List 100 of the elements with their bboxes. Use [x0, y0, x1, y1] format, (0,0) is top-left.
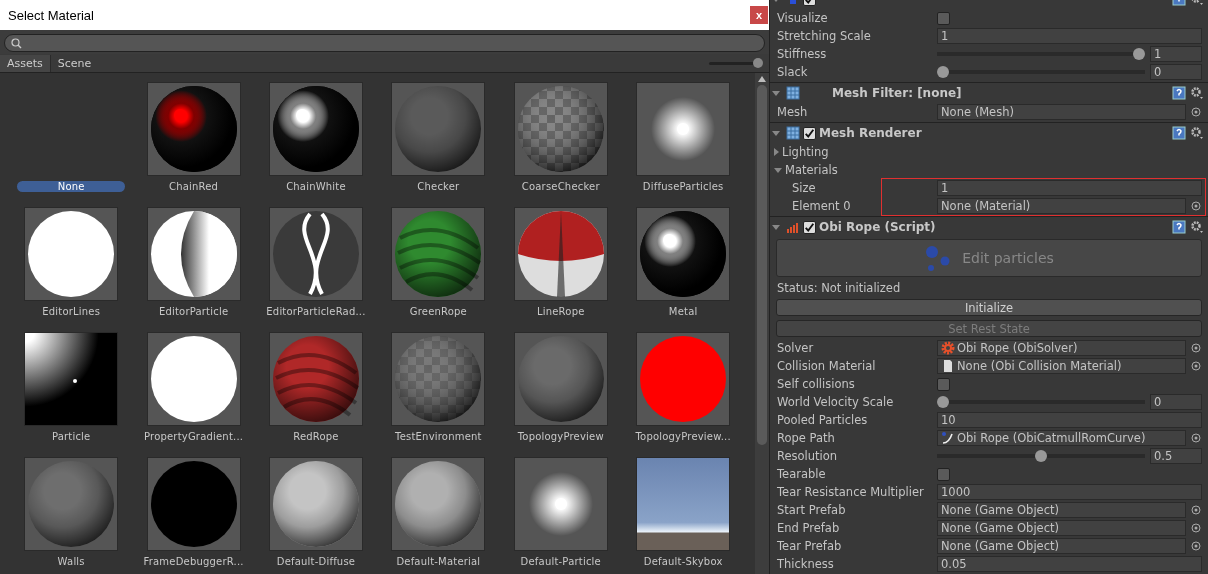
material-thumbnail[interactable] [147, 333, 240, 425]
object-field[interactable]: None (Material) [937, 198, 1186, 214]
object-field[interactable]: None (Mesh) [937, 104, 1186, 120]
input-field[interactable]: 0.05 [937, 556, 1202, 572]
material-thumbnail[interactable] [25, 333, 118, 425]
material-thumbnail[interactable] [392, 208, 485, 300]
picker-icon[interactable] [1191, 201, 1201, 211]
material-name[interactable]: Default-Particle [516, 556, 605, 567]
material-name[interactable]: FrameDebuggerR... [139, 556, 248, 567]
material-name[interactable]: LineRope [532, 306, 589, 317]
foldout-arrow[interactable] [774, 148, 779, 156]
material-name[interactable]: Walls [53, 556, 89, 567]
material-name[interactable]: ChainWhite [282, 181, 350, 192]
help-icon[interactable] [1172, 126, 1186, 140]
settings-icon[interactable] [1190, 126, 1204, 140]
material-thumbnail[interactable] [637, 83, 730, 175]
component-header[interactable]: Mesh Renderer [770, 122, 1208, 143]
object-field[interactable]: None (Game Object) [937, 538, 1186, 554]
material-name[interactable]: Default-Skybox [639, 556, 727, 567]
material-name[interactable]: Particle [47, 431, 95, 442]
material-name[interactable]: EditorParticle [154, 306, 233, 317]
material-name[interactable]: EditorParticleRad... [262, 306, 370, 317]
checkbox[interactable] [937, 377, 950, 391]
help-icon[interactable] [1172, 220, 1186, 234]
action-button[interactable]: Initialize [776, 299, 1202, 316]
material-thumbnail[interactable] [514, 83, 607, 175]
field-label: World Velocity Scale [777, 395, 895, 409]
material-thumbnail[interactable] [514, 208, 607, 300]
material-name[interactable]: RedRope [289, 431, 343, 442]
object-field[interactable]: None (Game Object) [937, 520, 1186, 536]
foldout-label[interactable]: Materials [785, 163, 945, 177]
material-thumbnail[interactable] [25, 208, 118, 300]
material-name[interactable]: Metal [664, 306, 702, 317]
input-field[interactable]: 1 [937, 180, 1202, 196]
input-field[interactable]: 1 [937, 28, 1202, 44]
component-title: Mesh Filter: [none] [832, 86, 962, 100]
material-name[interactable]: Checker [413, 181, 464, 192]
tab[interactable]: Assets [0, 54, 51, 72]
field-label: Visualize [777, 11, 829, 25]
material-thumbnail[interactable] [269, 83, 362, 175]
settings-icon[interactable] [1190, 86, 1204, 100]
settings-icon[interactable] [1190, 220, 1204, 234]
material-name[interactable]: TopologyPreview... [631, 431, 735, 442]
material-name[interactable]: DiffuseParticles [638, 181, 728, 192]
material-thumbnail[interactable] [637, 458, 730, 550]
checkbox[interactable] [937, 467, 950, 481]
slider-thumb[interactable] [1133, 48, 1145, 60]
scrollbar[interactable] [755, 73, 769, 574]
material-thumbnail[interactable] [392, 83, 485, 175]
material-thumbnail[interactable] [269, 208, 362, 300]
material-thumbnail[interactable] [514, 333, 607, 425]
number-field[interactable]: 0 [1150, 394, 1202, 410]
number-field[interactable]: 0.5 [1150, 448, 1202, 464]
component-header[interactable]: Obi Rope (Script) [770, 216, 1208, 237]
foldout-arrow[interactable] [774, 167, 782, 173]
material-thumbnail[interactable] [269, 333, 362, 425]
material-name[interactable]: TopologyPreview [513, 431, 608, 442]
component-header[interactable]: Mesh Filter: [none] [770, 82, 1208, 103]
material-name[interactable]: Default-Diffuse [272, 556, 360, 567]
input-field[interactable]: 1000 [937, 484, 1202, 500]
slider-thumb[interactable] [753, 57, 763, 68]
material-name[interactable]: EditorLines [38, 306, 105, 317]
material-thumbnail[interactable] [147, 83, 240, 175]
close-button[interactable]: x [750, 6, 768, 24]
material-thumbnail[interactable] [147, 208, 240, 300]
number-field[interactable]: 1 [1150, 46, 1202, 62]
field-label: Stiffness [777, 47, 828, 61]
object-field[interactable]: None (Obi Collision Material) [937, 358, 1186, 374]
number-field[interactable]: 0 [1150, 64, 1202, 80]
picker-icon[interactable] [1191, 107, 1201, 117]
slider-thumb[interactable] [1035, 450, 1047, 462]
material-thumbnail[interactable] [637, 333, 730, 425]
input-field[interactable]: 10 [937, 412, 1202, 428]
checkbox[interactable] [937, 11, 950, 25]
foldout-label[interactable]: Lighting [782, 145, 942, 159]
material-name[interactable]: TestEnvironment [391, 431, 486, 442]
object-field[interactable]: Obi Rope (ObiCatmullRomCurve) [937, 430, 1186, 446]
material-thumbnail[interactable] [147, 458, 240, 550]
material-thumbnail[interactable] [637, 208, 730, 300]
help-icon[interactable] [1172, 86, 1186, 100]
picker-icon[interactable] [1191, 433, 1201, 443]
material-name[interactable]: CoarseChecker [517, 181, 604, 192]
enable-checkbox[interactable] [803, 126, 816, 140]
material-name[interactable]: None [17, 181, 126, 192]
material-thumbnail[interactable] [269, 458, 362, 550]
object-field[interactable]: None (Game Object) [937, 502, 1186, 518]
material-thumbnail[interactable] [392, 333, 485, 425]
material-name[interactable]: PropertyGradient... [140, 431, 248, 442]
material-name[interactable]: Default-Material [392, 556, 485, 567]
material-name[interactable]: GreenRope [405, 306, 471, 317]
tab[interactable]: Scene [50, 54, 99, 72]
material-thumbnail[interactable] [514, 458, 607, 550]
search-field[interactable] [4, 34, 765, 52]
enable-checkbox[interactable] [803, 220, 816, 234]
slider-thumb[interactable] [937, 66, 949, 78]
material-thumbnail[interactable] [392, 458, 485, 550]
object-field[interactable]: Obi Rope (ObiSolver) [937, 340, 1186, 356]
material-thumbnail[interactable] [25, 458, 118, 550]
slider-thumb[interactable] [937, 396, 949, 408]
material-name[interactable]: ChainRed [165, 181, 223, 192]
